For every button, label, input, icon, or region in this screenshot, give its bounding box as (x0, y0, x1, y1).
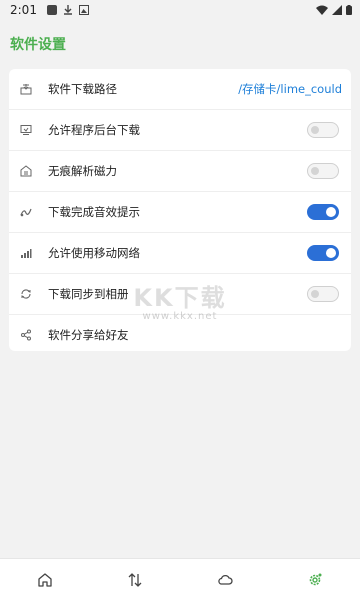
setting-label: 软件下载路径 (48, 82, 117, 96)
setting-label: 允许程序后台下载 (48, 123, 140, 137)
sync-album-toggle[interactable] (307, 286, 339, 302)
bottom-nav (0, 558, 360, 601)
download-notification-icon (63, 5, 72, 15)
mobile-signal-icon (19, 246, 33, 260)
background-download-toggle[interactable] (307, 122, 339, 138)
transfer-icon (128, 573, 142, 587)
setting-label: 无痕解析磁力 (48, 164, 117, 178)
magnet-parse-toggle[interactable] (307, 163, 339, 179)
toggle-knob (326, 248, 336, 258)
notification-icons (46, 5, 89, 15)
status-bar: 2:01 (0, 0, 360, 20)
wifi-icon (316, 5, 328, 15)
setting-label: 下载完成音效提示 (48, 205, 140, 219)
setting-background-download: 允许程序后台下载 (9, 110, 351, 151)
status-time: 2:01 (10, 3, 37, 17)
magnet-parse-icon (19, 164, 33, 178)
setting-share-app[interactable]: 软件分享给好友 (9, 315, 351, 355)
background-download-icon (19, 123, 33, 137)
download-sound-toggle[interactable] (307, 204, 339, 220)
nav-tab-cloud[interactable] (180, 559, 270, 601)
sync-icon (19, 287, 33, 301)
home-icon (38, 573, 52, 587)
toggle-knob (311, 167, 319, 175)
cloud-icon (218, 574, 233, 585)
system-status-icons (316, 5, 352, 15)
battery-icon (346, 5, 352, 15)
toggle-knob (311, 290, 319, 298)
nav-tab-transfer[interactable] (90, 559, 180, 601)
settings-gear-icon (309, 573, 322, 586)
page-title: 软件设置 (10, 37, 66, 53)
image-notification-icon (78, 5, 89, 15)
nav-tab-home[interactable] (0, 559, 90, 601)
setting-magnet-parse: 无痕解析磁力 (9, 151, 351, 192)
toggle-knob (326, 207, 336, 217)
mobile-network-toggle[interactable] (307, 245, 339, 261)
settings-card: 软件下载路径 /存储卡/lime_could 允许程序后台下载 无痕解析磁力 下… (9, 69, 351, 351)
setting-label: 下载同步到相册 (48, 287, 129, 301)
share-icon (19, 328, 33, 342)
nav-tab-settings[interactable] (270, 559, 360, 601)
app-notification-icon (46, 5, 57, 15)
setting-sync-album: 下载同步到相册 (9, 274, 351, 315)
download-folder-icon (19, 82, 33, 96)
setting-label: 软件分享给好友 (48, 328, 129, 342)
setting-mobile-network: 允许使用移动网络 (9, 233, 351, 274)
setting-download-sound: 下载完成音效提示 (9, 192, 351, 233)
sound-icon (19, 205, 33, 219)
setting-label: 允许使用移动网络 (48, 246, 140, 260)
download-path-value[interactable]: /存储卡/lime_could (238, 81, 342, 97)
setting-download-path[interactable]: 软件下载路径 /存储卡/lime_could (9, 69, 351, 110)
toggle-knob (311, 126, 319, 134)
signal-icon (332, 5, 342, 15)
